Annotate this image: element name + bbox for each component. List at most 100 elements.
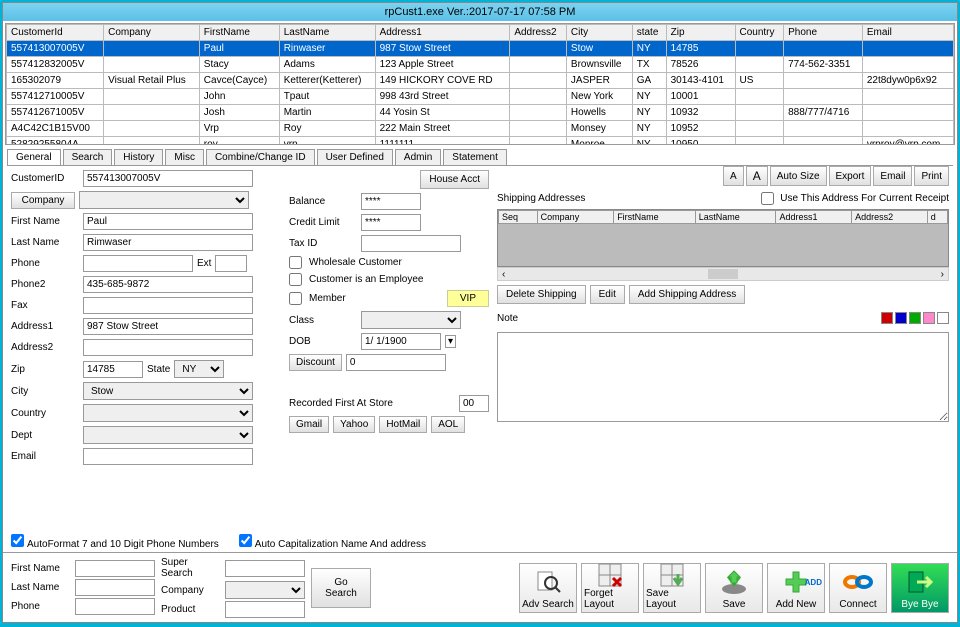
forget-layout-button[interactable]: Forget Layout (581, 563, 639, 613)
gmail-button[interactable]: Gmail (289, 416, 329, 433)
table-row[interactable]: 165302079Visual Retail PlusCavce(Cayce)K… (7, 73, 954, 89)
company-button[interactable]: Company (11, 192, 75, 209)
grid-header-address1[interactable]: Address1 (375, 25, 510, 41)
edit-shipping-button[interactable]: Edit (590, 285, 625, 304)
grid-header-lastname[interactable]: LastName (279, 25, 375, 41)
delete-shipping-button[interactable]: Delete Shipping (497, 285, 586, 304)
fax-input[interactable] (83, 297, 253, 314)
search-lastname-input[interactable] (75, 579, 155, 596)
tab-search[interactable]: Search (63, 149, 113, 165)
company-select[interactable] (79, 191, 249, 209)
phone2-input[interactable] (83, 276, 253, 293)
save-layout-button[interactable]: Save Layout (643, 563, 701, 613)
creditlimit-label: Credit Limit (289, 217, 357, 228)
table-row[interactable]: 557412832005VStacyAdams123 Apple StreetB… (7, 57, 954, 73)
tab-combine-change-id[interactable]: Combine/Change ID (206, 149, 315, 165)
add-new-button[interactable]: ADDAdd New (767, 563, 825, 613)
shipping-grid[interactable]: SeqCompanyFirstNameLastNameAddress1Addre… (497, 209, 949, 267)
dob-input[interactable] (361, 333, 441, 350)
grid-header-city[interactable]: City (566, 25, 632, 41)
connect-button[interactable]: Connect (829, 563, 887, 613)
tab-history[interactable]: History (114, 149, 163, 165)
class-select[interactable] (361, 311, 461, 329)
font-larger-button[interactable]: A (746, 166, 768, 186)
use-address-checkbox[interactable] (761, 192, 774, 205)
color-swatch[interactable] (937, 312, 949, 324)
balance-input[interactable] (361, 193, 421, 210)
autosize-button[interactable]: Auto Size (770, 166, 827, 186)
house-acct-button[interactable]: House Acct (420, 170, 489, 189)
go-search-button[interactable]: Go Search (311, 568, 371, 608)
yahoo-button[interactable]: Yahoo (333, 416, 375, 433)
grid-header-country[interactable]: Country (735, 25, 784, 41)
city-select[interactable]: Stow (83, 382, 253, 400)
email-button[interactable]: Email (873, 166, 912, 186)
table-row[interactable]: 557413007005VPaulRinwaser987 Stow Street… (7, 41, 954, 57)
grid-header-firstname[interactable]: FirstName (199, 25, 279, 41)
export-button[interactable]: Export (829, 166, 872, 186)
grid-header-state[interactable]: state (632, 25, 666, 41)
member-checkbox[interactable] (289, 292, 302, 305)
ext-input[interactable] (215, 255, 247, 272)
search-phone-input[interactable] (75, 598, 155, 615)
table-row[interactable]: A4C42C1B15V00VrpRoy222 Main StreetMonsey… (7, 121, 954, 137)
grid-header-address2[interactable]: Address2 (510, 25, 567, 41)
tab-statement[interactable]: Statement (443, 149, 507, 165)
customerid-input[interactable] (83, 170, 253, 187)
search-product-input[interactable] (225, 601, 305, 618)
discount-input[interactable] (346, 354, 446, 371)
hotmail-button[interactable]: HotMail (379, 416, 427, 433)
grid-header-email[interactable]: Email (862, 25, 953, 41)
autoformat-checkbox[interactable] (11, 534, 24, 547)
country-label: Country (11, 408, 79, 419)
search-firstname-input[interactable] (75, 560, 155, 577)
address2-input[interactable] (83, 339, 253, 356)
add-shipping-button[interactable]: Add Shipping Address (629, 285, 745, 304)
search-lastname-label: Last Name (11, 582, 71, 593)
font-smaller-button[interactable]: A (723, 166, 744, 186)
adv-search-button[interactable]: Adv Search (519, 563, 577, 613)
grid-header-company[interactable]: Company (104, 25, 200, 41)
taxid-input[interactable] (361, 235, 461, 252)
customer-grid[interactable]: CustomerIdCompanyFirstNameLastNameAddres… (5, 23, 955, 145)
grid-header-customerid[interactable]: CustomerId (7, 25, 104, 41)
country-select[interactable] (83, 404, 253, 422)
tab-misc[interactable]: Misc (165, 149, 204, 165)
note-textarea[interactable] (497, 332, 949, 422)
aol-button[interactable]: AOL (431, 416, 465, 433)
tab-user-defined[interactable]: User Defined (317, 149, 393, 165)
color-swatch[interactable] (923, 312, 935, 324)
table-row[interactable]: 557412710005VJohnTpaut998 43rd StreetNew… (7, 89, 954, 105)
table-row[interactable]: 557412671005VJoshMartin44 Yosin StHowell… (7, 105, 954, 121)
search-company-select[interactable] (225, 581, 305, 599)
creditlimit-input[interactable] (361, 214, 421, 231)
shipping-scrollbar[interactable]: ‹› (497, 267, 949, 281)
zip-input[interactable] (83, 361, 143, 378)
tab-admin[interactable]: Admin (395, 149, 441, 165)
email-input[interactable] (83, 448, 253, 465)
phone-input[interactable] (83, 255, 193, 272)
grid-header-zip[interactable]: Zip (666, 25, 735, 41)
recorded-input[interactable] (459, 395, 489, 412)
tab-general[interactable]: General (7, 149, 61, 165)
discount-button[interactable]: Discount (289, 354, 342, 371)
color-swatch[interactable] (909, 312, 921, 324)
bye-bye-button[interactable]: Bye Bye (891, 563, 949, 613)
color-swatch[interactable] (895, 312, 907, 324)
firstname-input[interactable] (83, 213, 253, 230)
save-button[interactable]: Save (705, 563, 763, 613)
employee-checkbox[interactable] (289, 273, 302, 286)
lastname-input[interactable] (83, 234, 253, 251)
autocap-checkbox[interactable] (239, 534, 252, 547)
grid-header-phone[interactable]: Phone (784, 25, 863, 41)
print-button[interactable]: Print (914, 166, 949, 186)
table-row[interactable]: 52829255804Aroyvrp1111111MonroeNY10950vr… (7, 137, 954, 146)
super-search-input[interactable] (225, 560, 305, 577)
address1-input[interactable] (83, 318, 253, 335)
wholesale-checkbox[interactable] (289, 256, 302, 269)
state-select[interactable]: NY (174, 360, 224, 378)
calendar-icon[interactable]: ▾ (445, 335, 456, 348)
color-swatch[interactable] (881, 312, 893, 324)
vip-button[interactable]: VIP (447, 290, 489, 307)
dept-select[interactable] (83, 426, 253, 444)
